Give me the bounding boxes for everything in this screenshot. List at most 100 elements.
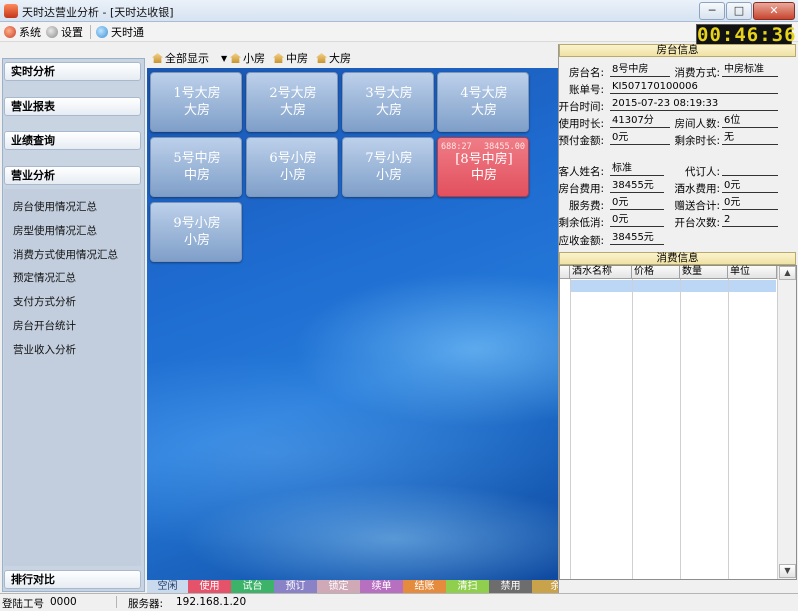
- nav-section-reports[interactable]: 营业报表: [4, 97, 141, 116]
- menu-system-label: 系统: [19, 26, 41, 39]
- menu-settings[interactable]: 设置: [46, 24, 83, 40]
- room-type: 中房: [183, 168, 210, 183]
- legend-item: 试台: [231, 580, 274, 593]
- column-divider: [632, 279, 633, 579]
- column-header-drink[interactable]: 酒水名称: [570, 266, 632, 279]
- house-icon: [316, 53, 327, 63]
- gear-icon: [46, 26, 58, 38]
- nav-section-analysis[interactable]: 营业分析: [4, 166, 141, 185]
- nav-item-revenue[interactable]: 营业收入分析: [13, 342, 76, 357]
- service-fee-label: 服务费:: [568, 200, 604, 212]
- room-type: 大房: [183, 103, 210, 118]
- guests-value: 6位: [722, 115, 778, 128]
- room-tile[interactable]: 1号大房 大房: [150, 72, 242, 132]
- room-type: 小房: [183, 233, 210, 248]
- column-divider: [728, 279, 729, 579]
- room-type: 大房: [375, 103, 402, 118]
- nav-item-room-usage[interactable]: 房台使用情况汇总: [13, 199, 97, 214]
- room-tile[interactable]: 3号大房 大房: [342, 72, 434, 132]
- column-divider: [680, 279, 681, 579]
- filter-large-label: 大房: [329, 52, 351, 65]
- room-name-value: 8号中房: [610, 64, 670, 77]
- legend-item: 预订: [274, 580, 317, 593]
- status-divider: [116, 596, 117, 608]
- room-name: 3号大房: [365, 86, 413, 101]
- filter-large[interactable]: 大房: [316, 50, 351, 66]
- prepay-value: 0元: [610, 132, 670, 145]
- nav-item-booking[interactable]: 预定情况汇总: [13, 270, 76, 285]
- column-header-price[interactable]: 价格: [632, 266, 680, 279]
- nav-item-roomtype-usage[interactable]: 房型使用情况汇总: [13, 223, 97, 238]
- server-address: 192.168.1.20: [176, 596, 247, 608]
- bill-no-value: KI507170100006: [610, 81, 778, 94]
- nav-analysis-panel: [4, 189, 141, 566]
- duration-value: 41307分: [610, 115, 670, 128]
- room-tile[interactable]: 6号小房 小房: [246, 137, 338, 197]
- consumption-table[interactable]: 酒水名称 价格 数量 单位 ▲ ▼: [559, 265, 797, 580]
- title-bar: 天时达营业分析 - [天时达收银] ─ □ ✕: [0, 0, 798, 22]
- gift-total-value: 0元: [722, 197, 778, 210]
- nav-section-performance[interactable]: 业绩查询: [4, 131, 141, 150]
- scroll-up-arrow-icon[interactable]: ▲: [779, 266, 796, 280]
- filter-all[interactable]: 全部显示 ▼: [152, 50, 227, 66]
- room-tile-active[interactable]: 688:27 38455.00 [8号中房] 中房: [437, 137, 529, 197]
- nav-item-payment[interactable]: 支付方式分析: [13, 294, 76, 309]
- close-button[interactable]: ✕: [753, 2, 795, 20]
- legend-item: 空闲: [147, 580, 188, 593]
- room-tile[interactable]: 5号中房 中房: [150, 137, 242, 197]
- guests-label: 房间人数:: [674, 118, 720, 130]
- menu-tianshitong-label: 天时通: [111, 26, 144, 39]
- house-icon: [152, 53, 163, 63]
- room-fee-value: 38455元: [610, 180, 664, 193]
- column-header-unit[interactable]: 单位: [728, 266, 777, 279]
- nav-item-open-stats[interactable]: 房台开台统计: [13, 318, 76, 333]
- window-title: 天时达营业分析 - [天时达收银]: [22, 6, 174, 19]
- scroll-down-arrow-icon[interactable]: ▼: [779, 564, 796, 578]
- chat-icon: [96, 26, 108, 38]
- open-time-value: 2015-07-23 08:19:33: [610, 98, 778, 111]
- maximize-button[interactable]: □: [726, 2, 752, 20]
- consume-mode-value: 中房标准: [722, 64, 778, 77]
- menu-settings-label: 设置: [61, 26, 83, 39]
- filter-small[interactable]: 小房: [230, 50, 265, 66]
- legend-item: 使用: [188, 580, 231, 593]
- system-icon: [4, 26, 16, 38]
- selected-row[interactable]: [570, 280, 776, 292]
- login-id: 0000: [50, 596, 77, 608]
- column-header-qty[interactable]: 数量: [680, 266, 728, 279]
- menu-divider: [90, 25, 91, 39]
- room-tile[interactable]: 7号小房 小房: [342, 137, 434, 197]
- nav-section-ranking[interactable]: 排行对比: [4, 570, 141, 589]
- room-name: 9号小房: [173, 216, 221, 231]
- room-name-label: 房台名:: [568, 67, 604, 79]
- vertical-scrollbar[interactable]: ▲ ▼: [777, 266, 796, 579]
- guest-name-value: 标准: [610, 163, 664, 176]
- status-bar: 登陆工号 0000 服务器: 192.168.1.20: [0, 593, 798, 610]
- house-icon: [230, 53, 241, 63]
- room-tile[interactable]: 9号小房 小房: [150, 202, 242, 262]
- room-tile[interactable]: 2号大房 大房: [246, 72, 338, 132]
- filter-medium[interactable]: 中房: [273, 50, 308, 66]
- menu-tianshitong[interactable]: 天时通: [96, 24, 144, 40]
- legend-item: 禁用: [489, 580, 532, 593]
- room-fee-label: 房台费用:: [558, 183, 604, 195]
- legend-item: 结账: [403, 580, 446, 593]
- filter-medium-label: 中房: [286, 52, 308, 65]
- digital-clock: 00:46:36: [696, 24, 797, 46]
- room-type: 大房: [279, 103, 306, 118]
- booker-label: 代订人:: [684, 166, 720, 178]
- room-name: 5号中房: [173, 151, 221, 166]
- legend-item: 续单: [360, 580, 403, 593]
- room-type: 小房: [279, 168, 306, 183]
- chevron-down-icon[interactable]: ▼: [221, 54, 227, 63]
- row-header-corner: [560, 266, 570, 279]
- nav-item-consume-mode[interactable]: 消费方式使用情况汇总: [13, 247, 118, 262]
- menu-system[interactable]: 系统: [4, 24, 41, 40]
- minimize-button[interactable]: ─: [699, 2, 725, 20]
- nav-section-realtime[interactable]: 实时分析: [4, 62, 141, 81]
- min-remain-value: 0元: [610, 214, 664, 227]
- consume-mode-label: 消费方式:: [674, 67, 720, 79]
- room-tile[interactable]: 4号大房 大房: [437, 72, 529, 132]
- legend-item: 清扫: [446, 580, 489, 593]
- open-time-label: 开台时间:: [558, 101, 604, 113]
